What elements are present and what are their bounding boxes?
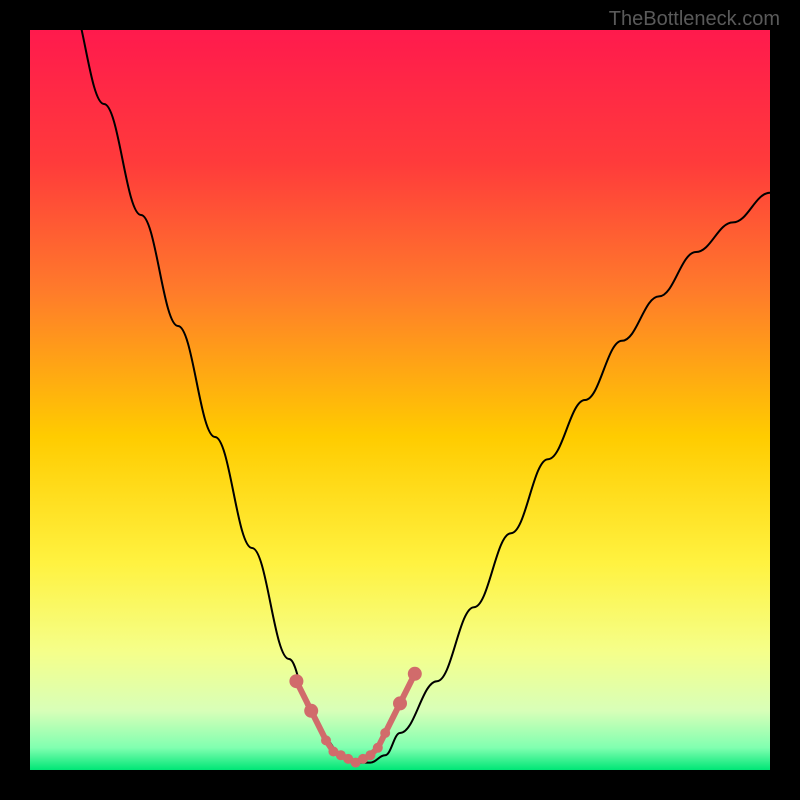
optimal-zone-markers xyxy=(289,667,421,768)
bottleneck-curve-path xyxy=(30,30,770,763)
curve-overlay xyxy=(30,30,770,770)
watermark-text: TheBottleneck.com xyxy=(609,8,780,31)
chart-container xyxy=(30,30,770,770)
